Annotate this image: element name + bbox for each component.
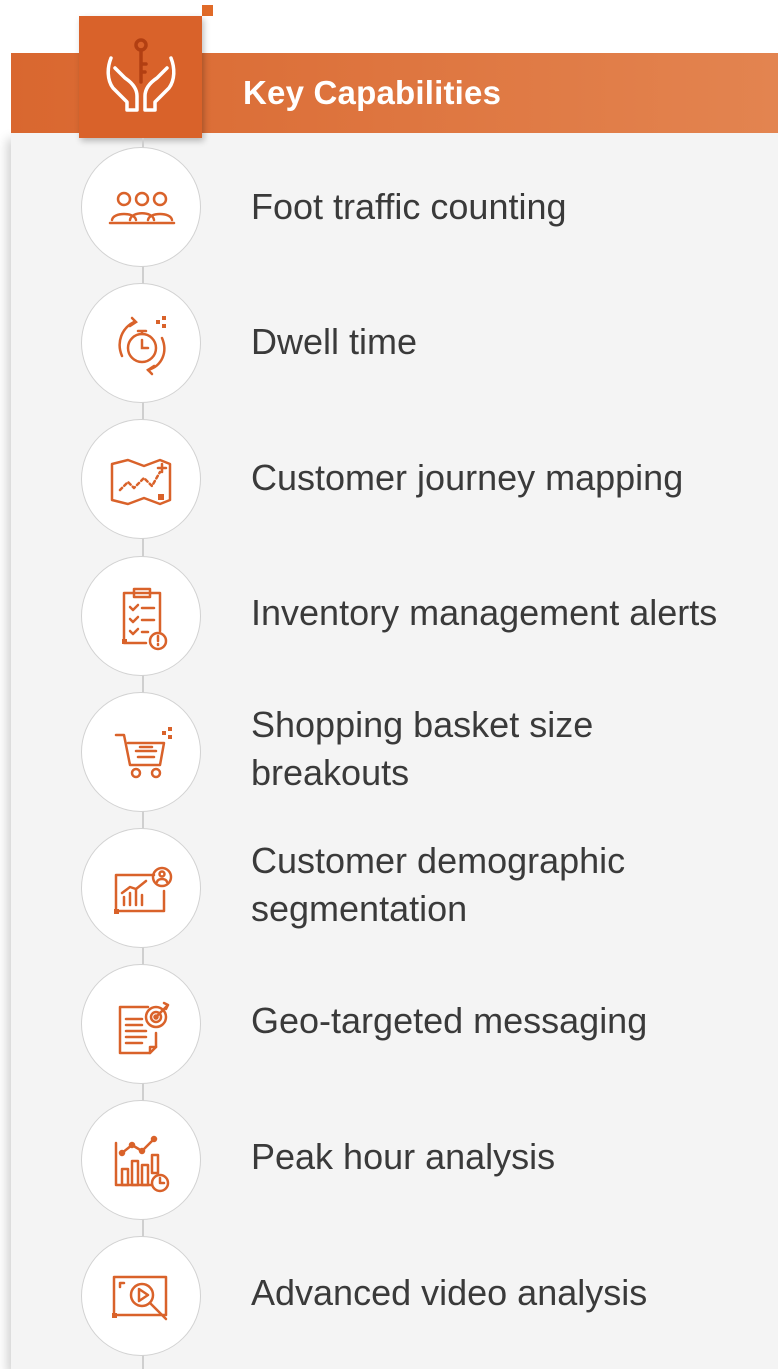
document-target-icon	[118, 1001, 170, 1055]
people-group-icon	[108, 191, 176, 225]
capability-icon-circle	[81, 1236, 201, 1356]
capability-label-multiline: Shopping basket size breakouts	[251, 701, 671, 797]
shopping-cart-icon	[114, 727, 172, 779]
capability-label: Dwell time	[251, 321, 418, 362]
capability-label: Inventory management alerts	[251, 592, 718, 633]
capability-icon-circle	[81, 1100, 201, 1220]
capability-label: Shopping basket size breakouts	[251, 704, 594, 793]
capability-label: Foot traffic counting	[251, 186, 567, 227]
capability-icon-circle	[81, 828, 201, 948]
video-magnify-icon	[112, 1275, 168, 1321]
accent-square	[202, 5, 213, 16]
capability-label: Geo-targeted messaging	[251, 1000, 648, 1041]
map-route-icon	[110, 458, 172, 506]
capability-label: Customer demographic segmentation	[251, 840, 626, 929]
header-icon-box	[79, 16, 202, 138]
hands-key-icon	[106, 38, 176, 112]
capability-label-multiline: Customer demographic segmentation	[251, 837, 691, 933]
capability-icon-circle	[81, 147, 201, 267]
capability-icon-circle	[81, 964, 201, 1084]
chart-user-icon	[114, 866, 173, 914]
header-title: Key Capabilities	[243, 74, 502, 111]
clipboard-checklist-alert-icon	[122, 587, 168, 651]
capability-icon-circle	[81, 419, 201, 539]
bar-chart-clock-icon	[114, 1135, 170, 1193]
capability-label: Customer journey mapping	[251, 457, 684, 498]
capability-label: Peak hour analysis	[251, 1136, 556, 1177]
capability-icon-circle	[81, 283, 201, 403]
capability-icon-circle	[81, 692, 201, 812]
capability-icon-circle	[81, 556, 201, 676]
capability-label: Advanced video analysis	[251, 1272, 648, 1313]
stopwatch-icon	[118, 316, 166, 376]
